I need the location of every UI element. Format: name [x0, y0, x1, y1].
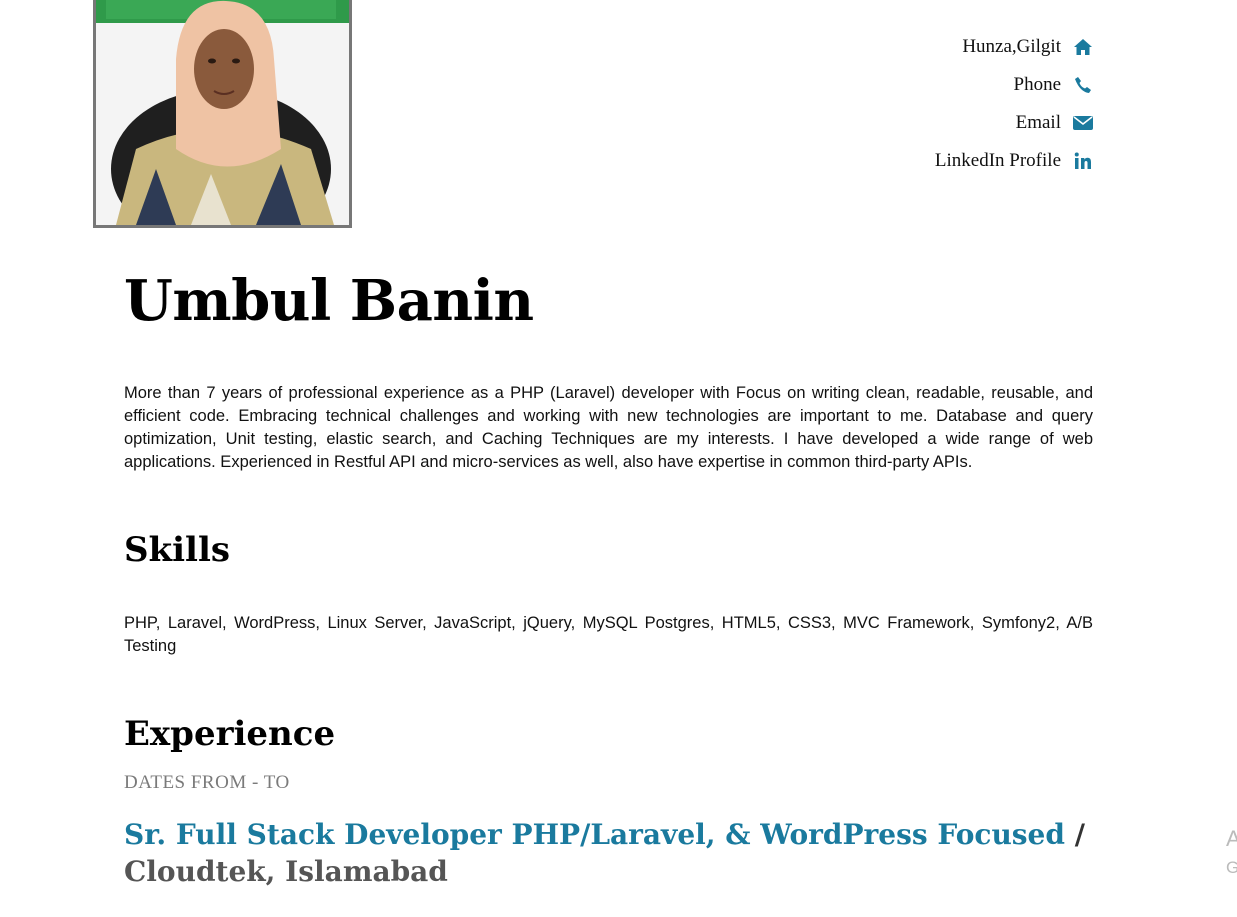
- experience-dates: DATES FROM - TO: [124, 772, 290, 793]
- skills-heading: Skills: [124, 530, 231, 570]
- linkedin-icon: [1073, 151, 1093, 171]
- home-icon: [1073, 37, 1093, 57]
- job-separator: /: [1064, 818, 1085, 851]
- contact-location-label: Hunza,Gilgit: [962, 36, 1061, 57]
- contact-list: Hunza,Gilgit Phone Email LinkedIn Profil…: [935, 28, 1093, 180]
- phone-icon: [1073, 75, 1093, 95]
- contact-location: Hunza,Gilgit: [935, 28, 1093, 66]
- edge-text-g: G: [1226, 858, 1237, 877]
- contact-email[interactable]: Email: [935, 104, 1093, 142]
- profile-photo: [93, 0, 352, 228]
- contact-phone[interactable]: Phone: [935, 66, 1093, 104]
- skills-list: PHP, Laravel, WordPress, Linux Server, J…: [124, 614, 1093, 655]
- envelope-icon: [1073, 113, 1093, 133]
- experience-heading: Experience: [124, 714, 336, 754]
- contact-linkedin[interactable]: LinkedIn Profile: [935, 142, 1093, 180]
- contact-phone-label[interactable]: Phone: [1014, 74, 1062, 96]
- profile-summary: More than 7 years of professional experi…: [124, 384, 1093, 471]
- job-company: Cloudtek, Islamabad: [124, 855, 448, 888]
- person-name: Umbul Banin: [124, 268, 534, 334]
- contact-linkedin-label[interactable]: LinkedIn Profile: [935, 150, 1061, 172]
- job-title: Sr. Full Stack Developer PHP/Laravel, & …: [124, 816, 1104, 890]
- edge-text-a: A: [1226, 826, 1237, 851]
- job-role: Sr. Full Stack Developer PHP/Laravel, & …: [124, 818, 1065, 851]
- contact-email-label[interactable]: Email: [1016, 112, 1061, 134]
- profile-photo-image: [96, 0, 349, 225]
